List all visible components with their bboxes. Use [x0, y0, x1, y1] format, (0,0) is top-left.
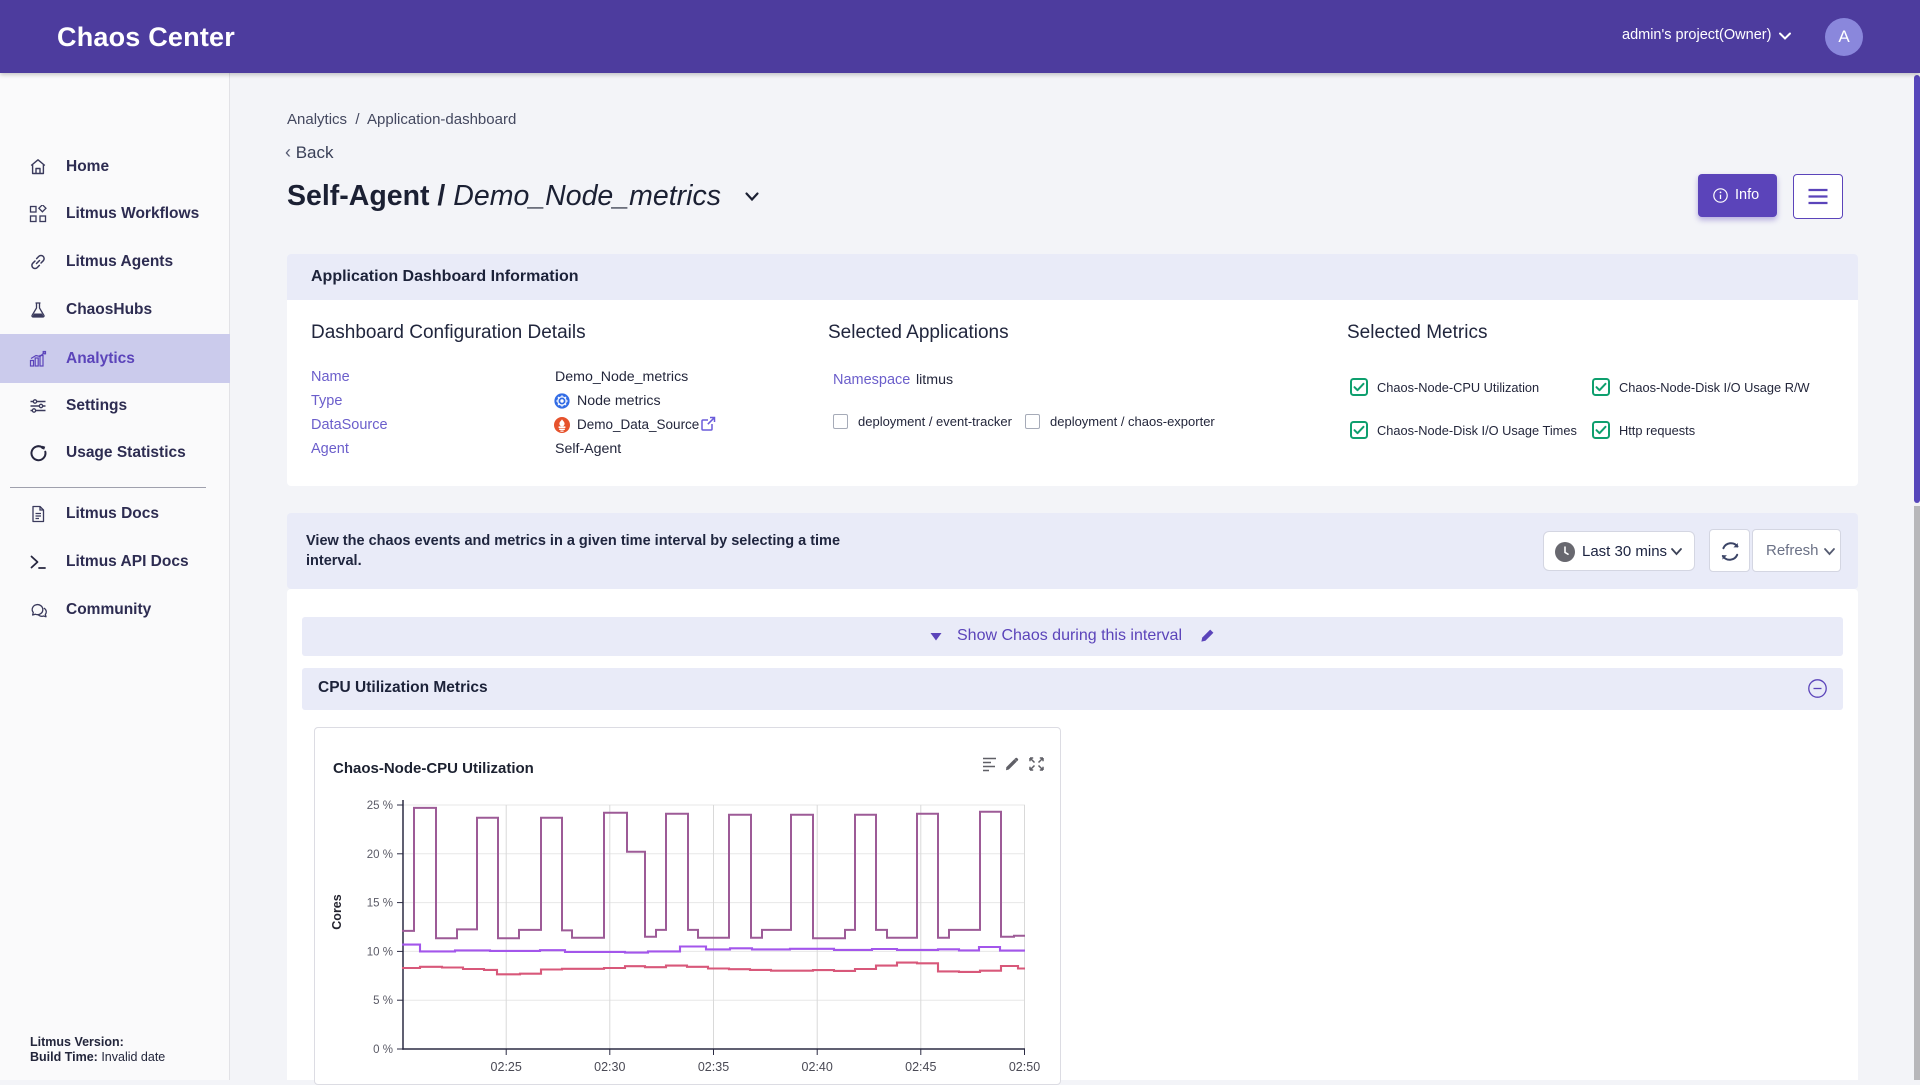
svg-text:0 %: 0 %: [373, 1044, 393, 1056]
svg-text:Cores: Cores: [330, 894, 344, 929]
svg-text:15 %: 15 %: [367, 898, 393, 910]
svg-text:25 %: 25 %: [367, 800, 393, 812]
svg-text:20 %: 20 %: [367, 849, 393, 861]
svg-text:5 %: 5 %: [373, 995, 393, 1007]
svg-text:02:30: 02:30: [594, 1060, 625, 1074]
svg-text:02:25: 02:25: [491, 1060, 522, 1074]
svg-text:02:40: 02:40: [802, 1060, 833, 1074]
svg-text:02:45: 02:45: [905, 1060, 936, 1074]
svg-text:02:35: 02:35: [698, 1060, 729, 1074]
svg-text:10 %: 10 %: [367, 946, 393, 958]
svg-text:02:50: 02:50: [1009, 1060, 1040, 1074]
